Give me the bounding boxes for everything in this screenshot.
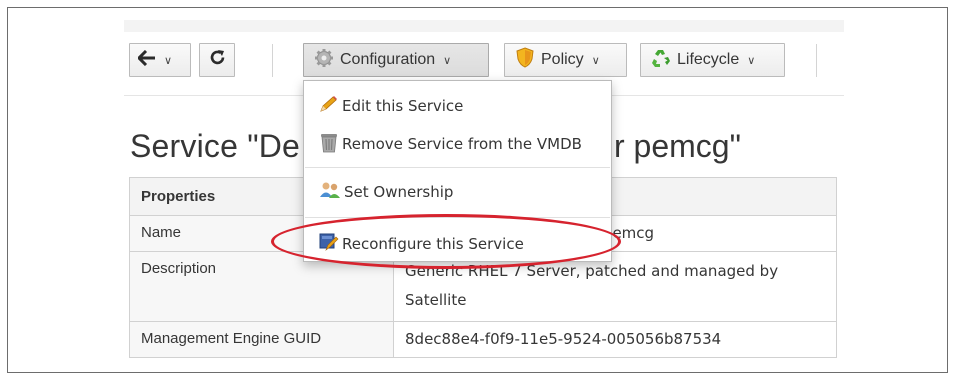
- row-label: Management Engine GUID: [129, 321, 394, 358]
- menu-item-edit-service[interactable]: Edit this Service: [319, 95, 463, 117]
- ownership-icon: [319, 180, 341, 204]
- chevron-down-icon: ∨: [747, 54, 756, 67]
- menu-item-label: Remove Service from the VMDB: [342, 135, 582, 153]
- lifecycle-button[interactable]: Lifecycle ∨: [640, 43, 785, 77]
- page-title-tail: r pemcg": [614, 128, 741, 164]
- back-arrow-icon: [136, 49, 156, 71]
- menu-item-remove-service[interactable]: Remove Service from the VMDB: [319, 131, 582, 157]
- row-value: 8dec88e4-f0f9-11e5-9524-005056b87534: [393, 321, 837, 358]
- reconfigure-icon: [319, 232, 339, 256]
- chevron-down-icon: ∨: [443, 54, 452, 67]
- table-row: Description Generic RHEL 7 Server, patch…: [129, 251, 837, 322]
- table-row: Management Engine GUID 8dec88e4-f0f9-11e…: [129, 321, 837, 358]
- menu-item-set-ownership[interactable]: Set Ownership: [319, 180, 453, 204]
- pencil-icon: [319, 95, 339, 117]
- policy-label: Policy: [541, 51, 584, 68]
- chevron-down-icon: ∨: [591, 54, 600, 67]
- back-button[interactable]: ∨: [129, 43, 191, 77]
- menu-item-label: Set Ownership: [344, 183, 454, 201]
- top-strip: [124, 20, 844, 32]
- toolbar-separator: [816, 44, 817, 77]
- recycle-icon: [651, 48, 671, 73]
- configuration-button[interactable]: Configuration ∨: [303, 43, 489, 77]
- row-value: Generic RHEL 7 Server, patched and manag…: [393, 251, 837, 322]
- reload-icon: [209, 49, 226, 71]
- shield-icon: [515, 47, 535, 73]
- menu-divider: [305, 217, 610, 218]
- policy-button[interactable]: Policy ∨: [504, 43, 627, 77]
- lifecycle-label: Lifecycle: [677, 51, 740, 68]
- description-line-2: Satellite: [405, 291, 467, 309]
- menu-item-reconfigure-service[interactable]: Reconfigure this Service: [319, 232, 524, 256]
- gear-icon: [314, 48, 334, 73]
- row-label: Description: [129, 251, 394, 322]
- trash-icon: [319, 131, 339, 157]
- menu-item-label: Edit this Service: [342, 97, 464, 115]
- menu-item-label: Reconfigure this Service: [342, 235, 524, 253]
- menu-divider: [305, 167, 610, 168]
- configuration-label: Configuration: [340, 51, 436, 68]
- reload-button[interactable]: [199, 43, 235, 77]
- configuration-dropdown-menu: Edit this Service Remove Service from th…: [303, 80, 612, 262]
- toolbar-separator: [272, 44, 273, 77]
- page-title: Service "De: [130, 128, 301, 164]
- chevron-down-icon: ∨: [164, 54, 173, 67]
